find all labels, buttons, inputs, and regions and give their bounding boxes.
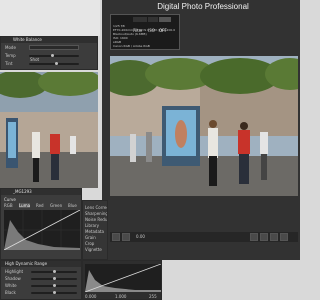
side-list-item[interactable]: Grain <box>85 235 107 240</box>
hdr-row-label: White <box>5 283 17 288</box>
panel-header: White Balance <box>1 37 97 43</box>
levels-graph[interactable] <box>85 264 161 292</box>
panel-header: High Dynamic Range <box>1 261 81 267</box>
hdr-black-slider[interactable] <box>31 291 77 294</box>
file-name: _MG1293 <box>13 189 32 194</box>
hdr-row-label: Shadow <box>5 276 21 281</box>
file-header: _MG1293 <box>1 189 81 195</box>
hdr-white-slider[interactable] <box>31 284 77 287</box>
curve-graph[interactable] <box>4 210 80 250</box>
levels-histogram <box>85 264 161 292</box>
hdr-title: High Dynamic Range <box>5 261 48 266</box>
wb-temp-label: Temp <box>5 53 16 58</box>
hdr-highlight-slider[interactable] <box>31 270 77 273</box>
grid-button[interactable] <box>112 233 120 241</box>
wb-tint-label: Tint <box>5 61 13 66</box>
info-overlay: Filter ISO OFF 1/25 f/8 EF70-200mm f/2.8… <box>110 14 180 50</box>
thumbnail-image <box>0 72 98 188</box>
zoom-value: 0.00 <box>136 234 145 239</box>
wb-mode-select[interactable]: Shot <box>29 45 79 62</box>
info-line: Canon RGB / Adobe RGB <box>113 44 150 48</box>
wb-temp-slider[interactable] <box>29 54 79 57</box>
hdr-row-label: Black <box>5 290 16 295</box>
curve-tab-red[interactable]: Red <box>36 203 44 208</box>
street-scene-image <box>110 56 298 196</box>
zoom-button[interactable] <box>122 233 130 241</box>
wb-mode-label: Mode <box>5 45 16 50</box>
levels-panel: 0.000 1.000 255 <box>82 260 162 300</box>
curve-tab-luma[interactable]: Luma <box>19 203 31 208</box>
hdr-panel: High Dynamic Range Highlight Shadow Whit… <box>0 260 82 300</box>
slider-knob[interactable] <box>53 284 56 287</box>
side-list-item[interactable]: Library <box>85 223 107 228</box>
slider-knob[interactable] <box>55 62 58 65</box>
info-tab-off[interactable]: OFF <box>159 17 171 33</box>
filmstrip-thumb[interactable] <box>0 72 98 188</box>
side-list-panel: Lens Correction Sharpening Noise Reducti… <box>82 200 108 260</box>
workspace-background <box>0 0 100 36</box>
panel-title: White Balance <box>13 37 42 42</box>
curve-tab-green[interactable]: Green <box>50 203 62 208</box>
levels-readout: 255 <box>149 294 157 299</box>
side-list-item[interactable]: Noise Reduction <box>85 217 107 222</box>
levels-readout: 0.000 <box>85 294 97 299</box>
preview-toolbar: 0.00 <box>110 232 298 242</box>
curve-tab-rgb[interactable]: RGB <box>4 203 13 208</box>
play-button[interactable] <box>270 233 278 241</box>
wb-mode-value: Shot <box>30 57 40 62</box>
curve-tab-blue[interactable]: Blue <box>68 203 77 208</box>
info-tab-iso[interactable]: ISO <box>148 17 158 33</box>
prev-button[interactable] <box>250 233 258 241</box>
slider-knob[interactable] <box>53 270 56 273</box>
white-balance-panel: White Balance Mode Shot Temp Tint <box>0 36 98 70</box>
main-photo[interactable] <box>110 56 298 196</box>
curve-histogram <box>4 210 80 250</box>
side-list-item[interactable]: Sharpening <box>85 211 107 216</box>
levels-readout: 1.000 <box>115 294 127 299</box>
hdr-row-label: Highlight <box>5 269 24 274</box>
stop-button[interactable] <box>280 233 288 241</box>
curve-tabs: RGB Luma Red Green Blue <box>4 203 80 208</box>
side-list-item[interactable]: Lens Correction <box>85 205 107 210</box>
wb-tint-slider[interactable] <box>29 62 79 65</box>
window-title: Digital Photo Professional <box>157 2 249 11</box>
slider-knob[interactable] <box>51 54 54 57</box>
side-list-item[interactable]: Vignette <box>85 247 107 252</box>
preview-window: Digital Photo Professional Filter ISO OF… <box>102 0 300 260</box>
next-button[interactable] <box>260 233 268 241</box>
info-tab-filter[interactable]: Filter <box>133 17 147 33</box>
slider-knob[interactable] <box>53 291 56 294</box>
side-list-item[interactable]: Metadata <box>85 229 107 234</box>
slider-knob[interactable] <box>53 277 56 280</box>
curve-title: Curve <box>4 197 16 202</box>
side-list-item[interactable]: Crop <box>85 241 107 246</box>
curve-panel: _MG1293 Curve RGB Luma Red Green Blue <box>0 188 82 260</box>
hdr-shadow-slider[interactable] <box>31 277 77 280</box>
